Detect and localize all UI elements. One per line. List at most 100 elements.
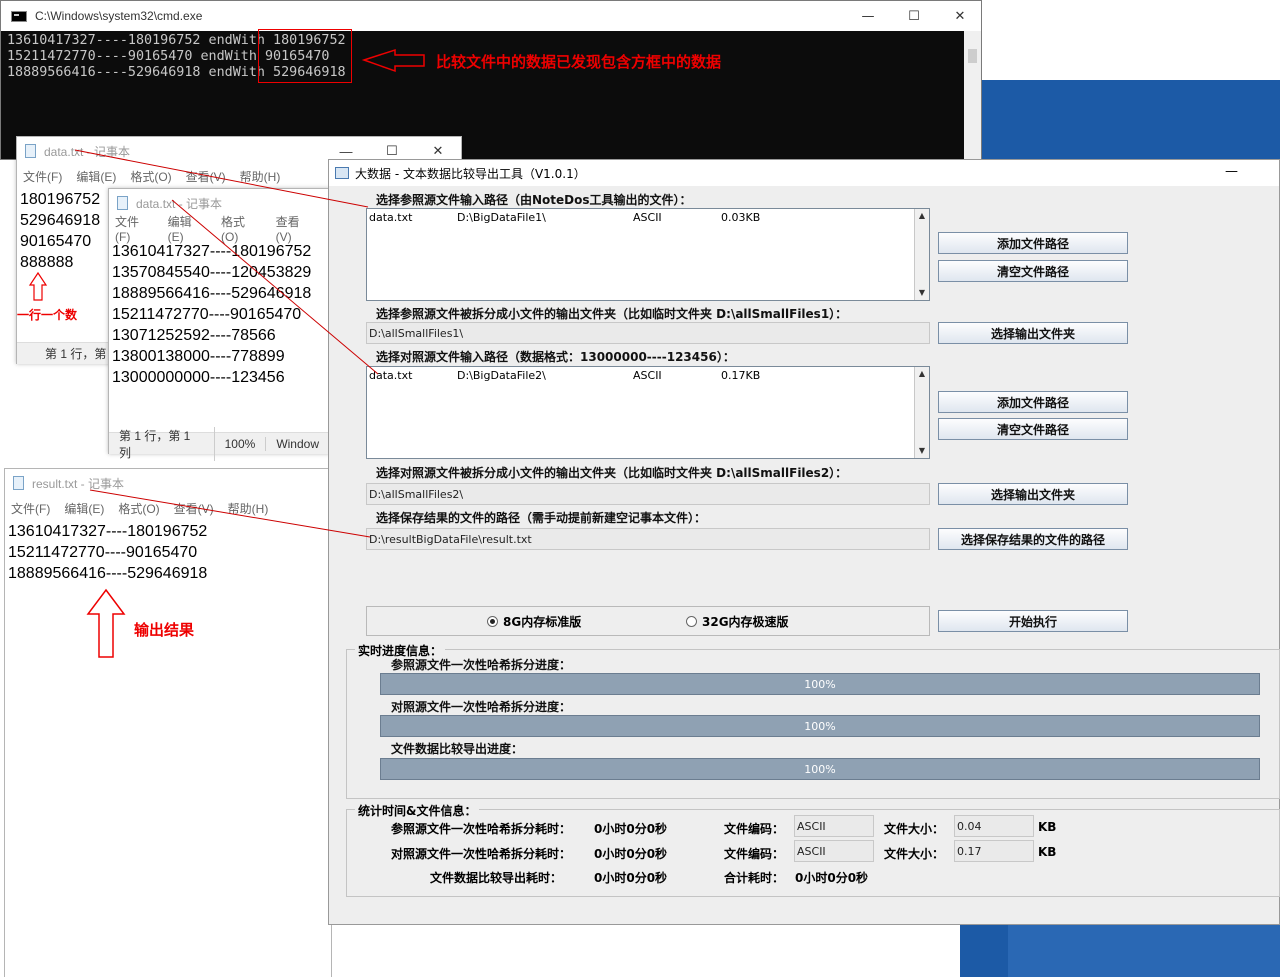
scroll-up-icon[interactable]: ▲ [915, 367, 929, 381]
text-line: 13071252592----78566 [112, 327, 276, 344]
notepad-result-window: result.txt - 记事本 文件(F) 编辑(E) 格式(O) 查看(V)… [4, 468, 332, 977]
notepad-data2-window: data.txt - 记事本 文件(F) 编辑(E) 格式(O) 查看(V) 1… [108, 188, 330, 461]
tool-titlebar[interactable]: 大数据 - 文本数据比较导出工具（V1.0.1） — [329, 160, 1279, 186]
radio-32g-label: 32G内存极速版 [702, 615, 789, 629]
ref-file-list[interactable]: data.txt D:\BigDataFile1\ ASCII 0.03KB ▲… [366, 208, 930, 301]
size-field-1: 0.04 [954, 815, 1034, 837]
cmp-list-scrollbar[interactable]: ▲ ▼ [914, 367, 929, 458]
cmd-annotation: 比较文件中的数据已发现包含方框中的数据 [436, 53, 722, 71]
notepad-titlebar[interactable]: result.txt - 记事本 [5, 469, 331, 497]
cmd-titlebar[interactable]: C:\Windows\system32\cmd.exe [1, 1, 981, 31]
menu-help[interactable]: 帮助(H) [240, 168, 281, 185]
radio-8g[interactable]: 8G内存标准版 [487, 613, 581, 630]
stats-title: 统计时间&文件信息： [355, 802, 480, 819]
status-position: 第 1 行，第 1 列 [109, 426, 215, 461]
notepad-title: result.txt - 记事本 [32, 476, 125, 491]
ref-input-label: 选择参照源文件输入路径（由NoteDos工具输出的文件）： [376, 193, 692, 207]
notepad-menubar: 文件(F) 编辑(E) 格式(O) 查看(V) [109, 215, 329, 244]
export-progress-bar: 100% [380, 758, 1260, 780]
notepad-menubar: 文件(F) 编辑(E) 格式(O) 查看(V) 帮助(H) [5, 497, 331, 519]
menu-format[interactable]: 格式(O) [221, 213, 262, 244]
text-line: 15211472770----90165470 [112, 306, 302, 323]
cmp-split-output-field[interactable]: D:\allSmallFiles2\ [366, 483, 930, 505]
enc-label: 文件编码： [724, 847, 785, 861]
notepad-text-area[interactable]: 13610417327----180196752 15211472770----… [5, 519, 331, 586]
cmp-split-time-value: 0小时0分0秒 [594, 847, 668, 861]
menu-edit[interactable]: 编辑(E) [76, 168, 116, 185]
menu-edit[interactable]: 编辑(E) [168, 213, 207, 244]
text-line: 15211472770----90165470 [8, 544, 198, 561]
menu-file[interactable]: 文件(F) [115, 213, 154, 244]
cmd-title: C:\Windows\system32\cmd.exe [35, 9, 203, 23]
file-encoding: ASCII [633, 210, 662, 224]
text-line: 13000000000----123456 [112, 369, 285, 386]
cmp-split-progress-bar: 100% [380, 715, 1260, 737]
scroll-up-icon[interactable]: ▲ [915, 209, 929, 223]
maximize-icon[interactable]: ☐ [891, 1, 937, 31]
choose-result-path-button[interactable]: 选择保存结果的文件的路径 [938, 528, 1128, 550]
radio-8g-label: 8G内存标准版 [503, 615, 582, 629]
total-time-value: 0小时0分0秒 [795, 871, 869, 885]
ref-split-output-field[interactable]: D:\allSmallFiles1\ [366, 322, 930, 344]
notepad-statusbar: 第 1 行，第 1 列 100% Window [109, 426, 329, 461]
menu-view[interactable]: 查看(V) [276, 213, 315, 244]
cmp-file-list[interactable]: data.txt D:\BigDataFile2\ ASCII 0.17KB ▲… [366, 366, 930, 459]
ref-split-time-value: 0小时0分0秒 [594, 822, 668, 836]
menu-help[interactable]: 帮助(H) [228, 500, 269, 517]
text-line: 13570845540----120453829 [112, 264, 312, 281]
notepad3-annotation: 输出结果 [134, 621, 195, 639]
file-path: D:\BigDataFile2\ [457, 368, 546, 382]
start-button[interactable]: 开始执行 [938, 610, 1128, 632]
tool-title: 大数据 - 文本数据比较导出工具（V1.0.1） [355, 166, 586, 181]
text-line: 13610417327----180196752 [8, 523, 208, 540]
notepad-icon [13, 476, 24, 490]
notepad-text-area[interactable]: 13610417327----180196752 13570845540----… [109, 239, 329, 390]
progress-label: 参照源文件一次性哈希拆分进度： [391, 658, 572, 672]
radio-32g[interactable]: 32G内存极速版 [686, 613, 789, 630]
result-path-label: 选择保存结果的文件的路径（需手动提前新建空记事本文件）： [376, 511, 707, 525]
result-path-field[interactable]: D:\resultBigDataFile\result.txt [366, 528, 930, 550]
cmp-choose-output-button[interactable]: 选择输出文件夹 [938, 483, 1128, 505]
total-time-label: 合计耗时： [724, 871, 785, 885]
list-item[interactable]: data.txt D:\BigDataFile1\ ASCII 0.03KB [367, 209, 929, 225]
file-path: D:\BigDataFile1\ [457, 210, 546, 224]
menu-file[interactable]: 文件(F) [23, 168, 62, 185]
notepad-title: data.txt - 记事本 [136, 196, 223, 211]
highlight-box [258, 29, 352, 83]
menu-format[interactable]: 格式(O) [118, 500, 159, 517]
list-item[interactable]: data.txt D:\BigDataFile2\ ASCII 0.17KB [367, 367, 929, 383]
cmp-split-time-label: 对照源文件一次性哈希拆分耗时： [391, 847, 572, 861]
ref-split-label: 选择参照源文件被拆分成小文件的输出文件夹（比如临时文件夹 D:\allSmall… [376, 307, 848, 321]
cmd-window-controls: — ☐ ✕ [845, 1, 983, 31]
notepad-title: data.txt - 记事本 [44, 144, 131, 159]
text-line: 18889566416----529646918 [112, 285, 312, 302]
radio-selected-icon [487, 616, 498, 627]
menu-format[interactable]: 格式(O) [130, 168, 171, 185]
progress-label: 对照源文件一次性哈希拆分进度： [391, 700, 572, 714]
scroll-down-icon[interactable]: ▼ [915, 444, 929, 458]
menu-view[interactable]: 查看(V) [186, 168, 226, 185]
cmp-add-path-button[interactable]: 添加文件路径 [938, 391, 1128, 413]
ref-list-scrollbar[interactable]: ▲ ▼ [914, 209, 929, 300]
enc-field-1: ASCII [794, 815, 874, 837]
ref-choose-output-button[interactable]: 选择输出文件夹 [938, 322, 1128, 344]
cmd-scrollbar[interactable] [964, 31, 981, 161]
minimize-icon[interactable]: — [1225, 164, 1238, 179]
file-encoding: ASCII [633, 368, 662, 382]
menu-edit[interactable]: 编辑(E) [64, 500, 104, 517]
progress-label: 文件数据比较导出进度： [391, 742, 524, 756]
cmp-input-label: 选择对照源文件输入路径（数据格式：13000000----123456）： [376, 350, 735, 364]
minimize-icon[interactable]: — [845, 1, 891, 31]
cmp-split-label: 选择对照源文件被拆分成小文件的输出文件夹（比如临时文件夹 D:\allSmall… [376, 466, 848, 480]
size-label: 文件大小： [884, 822, 945, 836]
export-time-label: 文件数据比较导出耗时： [430, 871, 563, 885]
ref-clear-path-button[interactable]: 清空文件路径 [938, 260, 1128, 282]
menu-file[interactable]: 文件(F) [11, 500, 50, 517]
close-icon[interactable]: ✕ [937, 1, 983, 31]
menu-view[interactable]: 查看(V) [174, 500, 214, 517]
size-field-2: 0.17 [954, 840, 1034, 862]
ref-add-path-button[interactable]: 添加文件路径 [938, 232, 1128, 254]
cmp-clear-path-button[interactable]: 清空文件路径 [938, 418, 1128, 440]
size-unit: KB [1038, 820, 1057, 834]
scroll-down-icon[interactable]: ▼ [915, 286, 929, 300]
